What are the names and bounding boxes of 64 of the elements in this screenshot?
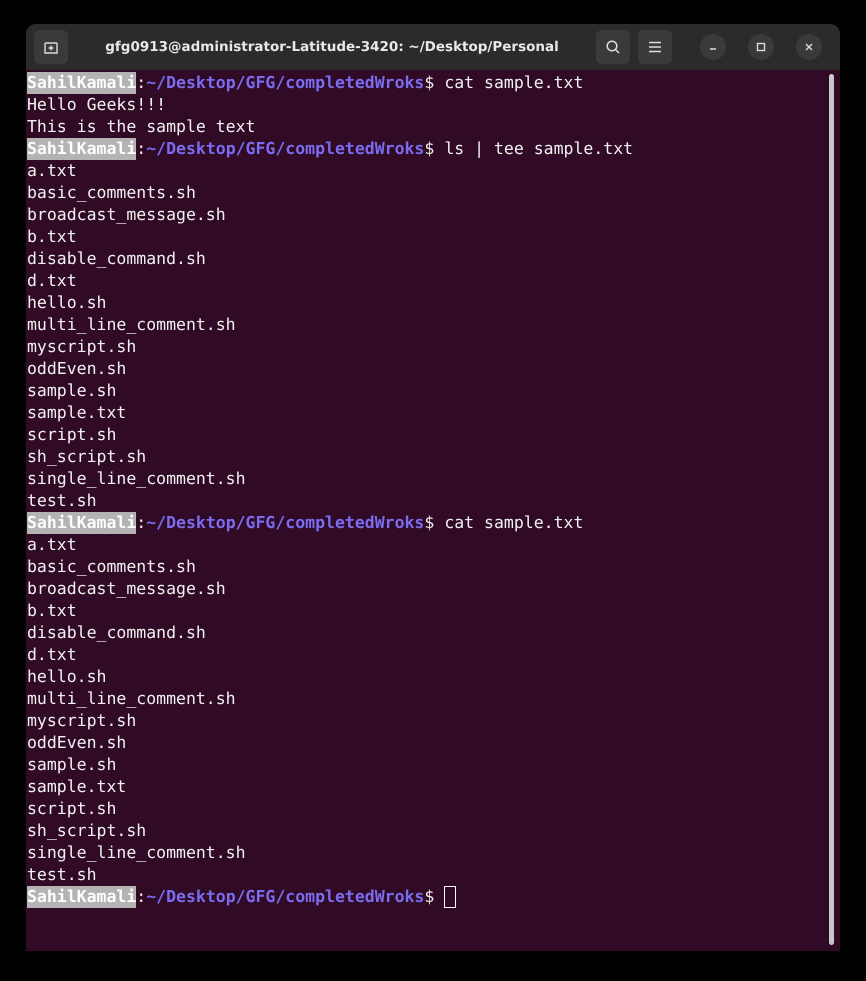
output-line: broadcast_message.sh xyxy=(27,578,226,600)
maximize-button[interactable] xyxy=(748,34,774,60)
prompt-symbol: $ xyxy=(424,72,434,94)
prompt-user: SahilKamali xyxy=(27,886,136,908)
output-line: d.txt xyxy=(27,270,77,292)
output-line: a.txt xyxy=(27,160,77,182)
prompt-separator: : xyxy=(136,138,146,160)
output-line: single_line_comment.sh xyxy=(27,468,246,490)
prompt-path: ~/Desktop/GFG/completedWroks xyxy=(146,512,424,534)
prompt-user: SahilKamali xyxy=(27,138,136,160)
close-button[interactable] xyxy=(796,34,822,60)
output-line: sample.sh xyxy=(27,754,116,776)
output-line: test.sh xyxy=(27,864,97,886)
output-line: a.txt xyxy=(27,534,77,556)
output-line: hello.sh xyxy=(27,666,106,688)
output-line: myscript.sh xyxy=(27,336,136,358)
prompt-separator: : xyxy=(136,512,146,534)
prompt-symbol: $ xyxy=(424,886,434,908)
output-line: script.sh xyxy=(27,424,116,446)
output-line: oddEven.sh xyxy=(27,732,126,754)
output-line: b.txt xyxy=(27,226,77,248)
prompt-path: ~/Desktop/GFG/completedWroks xyxy=(146,138,424,160)
search-button[interactable] xyxy=(596,30,630,64)
output-line: disable_command.sh xyxy=(27,622,206,644)
prompt-separator: : xyxy=(136,886,146,908)
maximize-icon xyxy=(756,42,766,52)
output-line: sh_script.sh xyxy=(27,820,146,842)
command-text: cat sample.txt xyxy=(444,72,584,94)
menu-button[interactable] xyxy=(638,30,672,64)
output-line: sample.txt xyxy=(27,402,126,424)
output-line: single_line_comment.sh xyxy=(27,842,246,864)
output-line: test.sh xyxy=(27,490,97,512)
prompt-path: ~/Desktop/GFG/completedWroks xyxy=(146,72,424,94)
command-text: cat sample.txt xyxy=(444,512,584,534)
prompt-symbol: $ xyxy=(424,138,434,160)
search-icon xyxy=(605,39,621,55)
output-line: disable_command.sh xyxy=(27,248,206,270)
output-line: This is the sample text xyxy=(27,116,256,138)
command-text: ls | tee sample.txt xyxy=(444,138,634,160)
prompt-user: SahilKamali xyxy=(27,512,136,534)
menu-icon xyxy=(648,41,662,53)
window-title: gfg0913@administrator-Latitude-3420: ~/Desktop/Personal xyxy=(104,38,560,57)
output-line: myscript.sh xyxy=(27,710,136,732)
output-line: multi_line_comment.sh xyxy=(27,688,236,710)
output-line: sample.sh xyxy=(27,380,116,402)
prompt-symbol: $ xyxy=(424,512,434,534)
new-tab-button[interactable] xyxy=(34,30,68,64)
output-line: multi_line_comment.sh xyxy=(27,314,236,336)
output-line: sample.txt xyxy=(27,776,126,798)
close-icon xyxy=(804,42,814,52)
prompt-separator: : xyxy=(136,72,146,94)
output-line: basic_comments.sh xyxy=(27,556,196,578)
output-line: d.txt xyxy=(27,644,77,666)
output-line: hello.sh xyxy=(27,292,106,314)
scrollbar[interactable] xyxy=(829,74,834,945)
output-line: basic_comments.sh xyxy=(27,182,196,204)
output-line: broadcast_message.sh xyxy=(27,204,226,226)
output-line: Hello Geeks!!! xyxy=(27,94,166,116)
prompt-user: SahilKamali xyxy=(27,72,136,94)
output-line: script.sh xyxy=(27,798,116,820)
output-line: b.txt xyxy=(27,600,77,622)
prompt-path: ~/Desktop/GFG/completedWroks xyxy=(146,886,424,908)
output-line: sh_script.sh xyxy=(27,446,146,468)
output-line: oddEven.sh xyxy=(27,358,126,380)
